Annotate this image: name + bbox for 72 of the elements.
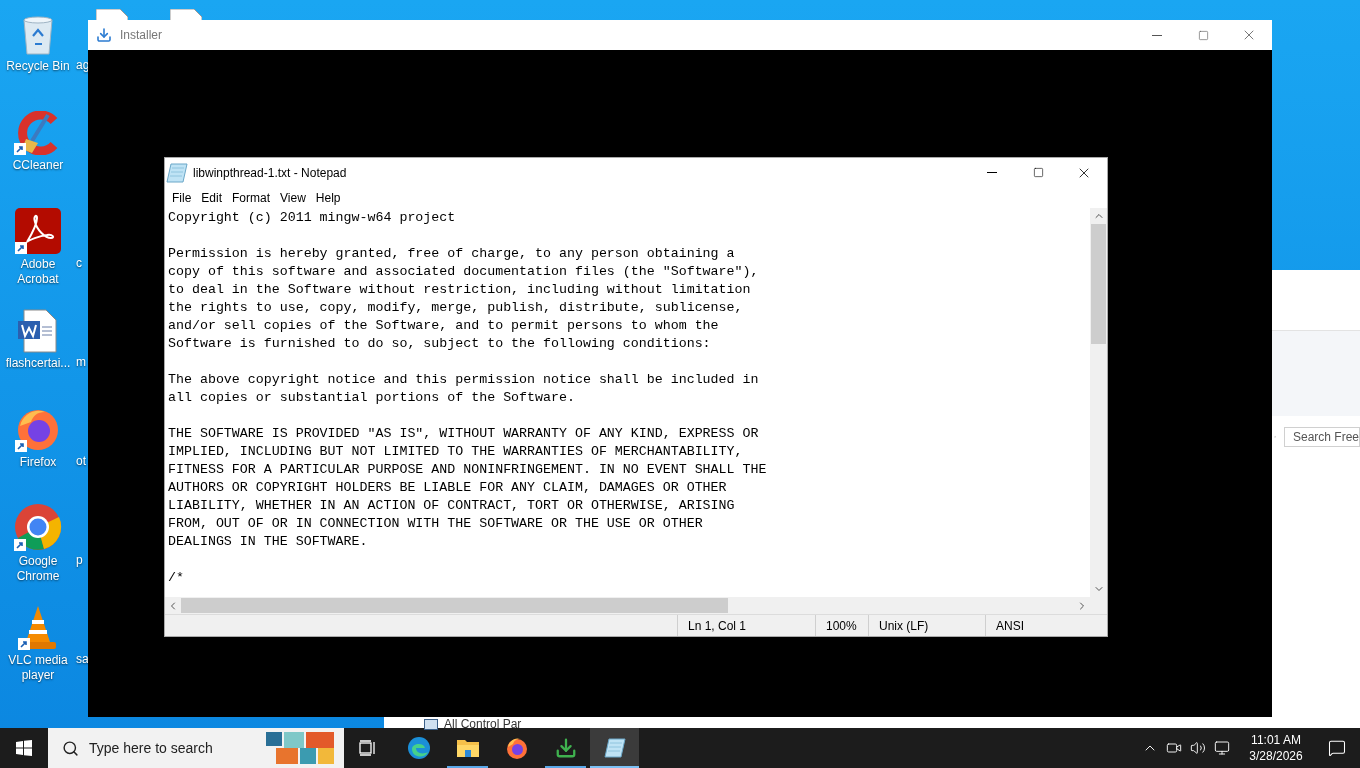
text-line: IMPLIED, INCLUDING BUT NOT LIMITED TO THE WARRANTIES OF MERCHANTABILITY,	[168, 443, 744, 461]
vertical-scrollbar[interactable]	[1090, 208, 1107, 597]
acrobat-icon	[15, 208, 61, 254]
menu-item[interactable]: Format	[227, 188, 276, 207]
text-line: THE SOFTWARE IS PROVIDED "AS IS", WITHOUT WARRANTY OF ANY KIND, EXPRESS OR	[168, 425, 760, 443]
task-view-icon	[359, 740, 377, 756]
desktop-icon-label[interactable]: Recycle Bin	[1, 59, 75, 74]
download-icon	[554, 737, 577, 759]
search-field[interactable]: Search Free	[1283, 427, 1360, 447]
text-line: FROM, OUT OF OR IN CONNECTION WITH THE SOFTWARE OR THE USE OR OTHER	[168, 515, 704, 533]
minimize-icon	[987, 172, 997, 173]
text-line: /*	[168, 569, 185, 587]
desktop-icon-label[interactable]: Google Chrome	[1, 554, 75, 584]
word-document-icon	[18, 309, 58, 353]
text-line: and/or sell copies of the Software, and to permit persons to whom the	[168, 317, 720, 335]
desktop-icon-label[interactable]: VLC media player	[1, 653, 75, 683]
menu-item[interactable]: File	[167, 188, 197, 207]
text-line: Software is furnished to do so, subject to the following conditions:	[168, 335, 712, 353]
text-line: FITNESS FOR A PARTICULAR PURPOSE AND NONINFRINGEMENT. IN NO EVENT SHALL THE	[168, 461, 768, 479]
search-icon	[62, 739, 79, 757]
notifications-icon[interactable]	[1328, 739, 1346, 757]
chrome-icon	[14, 503, 62, 551]
desktop-icon-label[interactable]: Firefox	[1, 455, 75, 470]
window-title: libwinpthread-1.txt - Notepad	[193, 164, 348, 182]
clock[interactable]: 11:01 AM 3/28/2026	[1238, 728, 1314, 768]
scrollbar-thumb[interactable]	[181, 598, 728, 613]
preview-text: All Control Par	[444, 718, 522, 730]
menu-item[interactable]: Help	[310, 188, 346, 207]
text-line: copy of this software and associated documentation files (the "Software"),	[168, 263, 760, 281]
status-text: ANSI	[985, 615, 1107, 636]
edge-icon	[406, 736, 431, 760]
text-line: the rights to use, copy, modify, merge, publish, distribute, sublicense,	[168, 299, 744, 317]
volume-icon[interactable]	[1190, 740, 1206, 756]
network-icon[interactable]	[1214, 740, 1230, 756]
text-line: all copies or substantial portions of the Software.	[168, 389, 576, 407]
text-line: The above copyright notice and this permission notice shall be included in	[168, 371, 760, 389]
notepad-icon	[602, 737, 627, 759]
maximize-icon	[1032, 167, 1044, 178]
desktop-icon-label[interactable]: sa	[76, 652, 88, 667]
desktop-icon-label[interactable]: ag	[76, 58, 88, 73]
menu-item[interactable]: View	[275, 188, 311, 207]
desktop-icon-label[interactable]: CCleaner	[1, 158, 75, 173]
control-panel-icon	[424, 718, 438, 730]
status-text: 100%	[815, 615, 868, 636]
maximize-icon	[1197, 29, 1209, 41]
text-line: LIABILITY, WHETHER IN AN ACTION OF CONTRACT, TORT OR OTHERWISE, ARISING	[168, 497, 736, 515]
download-icon	[96, 27, 112, 43]
desktop-icon-label[interactable]: m	[76, 355, 88, 370]
notepad-icon	[165, 161, 189, 184]
minimize-icon	[1152, 34, 1162, 36]
text-line: Copyright (c) 2011 mingw-w64 project	[168, 209, 457, 227]
folder-icon	[455, 737, 480, 759]
taskbar-app-button[interactable]	[590, 728, 639, 768]
text-line: DEALINGS IN THE SOFTWARE.	[168, 533, 369, 551]
desktop-icon-label[interactable]: p	[76, 553, 88, 568]
text-line: Permission is hereby granted, free of charge, to any person obtaining a	[168, 245, 736, 263]
menu-item[interactable]: Edit	[196, 188, 228, 207]
status-text: Unix (LF)	[868, 615, 985, 636]
search-field[interactable]: Type here to search	[48, 728, 344, 768]
text-line: AUTHORS OR COPYRIGHT HOLDERS BE LIABLE FOR ANY CLAIM, DAMAGES OR OTHER	[168, 479, 728, 497]
text-line: to deal in the Software without restriction, including without limitation	[168, 281, 752, 299]
scrollbar-thumb[interactable]	[1091, 224, 1106, 344]
firefox-icon	[504, 736, 529, 760]
horizontal-scrollbar[interactable]	[165, 597, 1090, 614]
desktop-icon-label[interactable]: flashcertai...	[1, 356, 75, 371]
camera-icon[interactable]	[1166, 740, 1182, 756]
desktop-icon-label[interactable]: Adobe Acrobat	[1, 257, 75, 287]
windows-logo-icon	[16, 740, 32, 756]
desktop-icon-label[interactable]: ot	[76, 454, 88, 469]
window-title: Installer	[120, 27, 164, 44]
desktop-icon-label[interactable]: c	[76, 256, 88, 271]
status-text: Ln 1, Col 1	[677, 615, 815, 636]
